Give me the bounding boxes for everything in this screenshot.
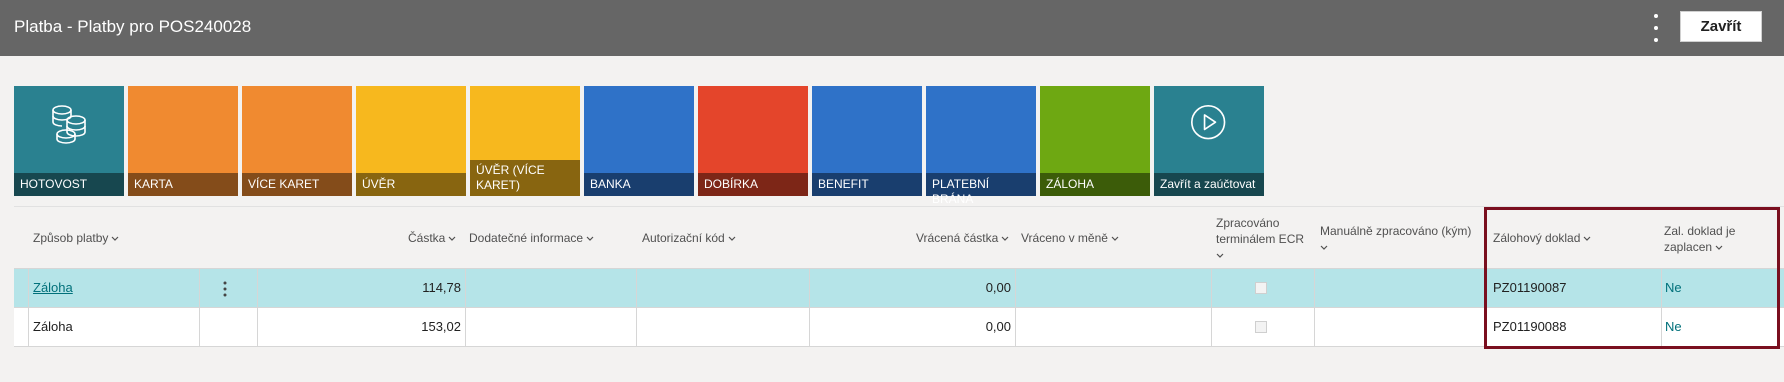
tile-dobirka[interactable]: DOBÍRKA xyxy=(698,86,808,196)
col-header-label: Způsob platby xyxy=(33,231,109,245)
chevron-down-icon xyxy=(448,236,456,241)
chevron-down-icon xyxy=(1001,236,1009,241)
title-bar: Platba - Platby pro POS240028 Zavřít xyxy=(0,0,1784,56)
tile-zavrit-a-zauctovat[interactable]: Zavřít a zaúčtovat xyxy=(1154,86,1264,196)
page-title: Platba - Platby pro POS240028 xyxy=(14,17,252,36)
chevron-down-icon xyxy=(586,236,594,241)
close-button[interactable]: Zavřít xyxy=(1680,11,1762,42)
tile-vice-karet[interactable]: VÍCE KARET xyxy=(242,86,352,196)
chevron-down-icon xyxy=(111,236,119,241)
col-header-zpracovano-terminalem[interactable]: Zpracováno terminálem ECR xyxy=(1216,215,1304,263)
tile-hotovost[interactable]: HOTOVOST xyxy=(14,86,124,196)
row-zpusob-platby-link[interactable]: Záloha xyxy=(33,269,73,307)
play-circle-icon xyxy=(1191,105,1226,140)
col-header-castka[interactable]: Částka xyxy=(408,231,456,245)
coins-icon xyxy=(52,105,86,144)
col-header-autorizacni-kod[interactable]: Autorizační kód xyxy=(642,231,736,245)
row-vracena-castka: 0,00 xyxy=(985,280,1011,295)
row-vracena-castka: 0,00 xyxy=(985,319,1011,334)
tile-label: BENEFIT xyxy=(812,173,922,196)
col-header-label: Částka xyxy=(408,231,446,245)
col-header-vracena-castka[interactable]: Vrácená částka xyxy=(916,231,1009,245)
tile-label: ZÁLOHA xyxy=(1040,173,1150,196)
processed-checkbox[interactable] xyxy=(1255,282,1267,294)
tile-label: DOBÍRKA xyxy=(698,173,808,196)
tile-zaloha[interactable]: ZÁLOHA xyxy=(1040,86,1150,196)
more-vertical-icon[interactable] xyxy=(1648,10,1664,46)
chevron-down-icon xyxy=(1111,236,1119,241)
tile-banka[interactable]: BANKA xyxy=(584,86,694,196)
col-header-label: Autorizační kód xyxy=(642,231,725,245)
chevron-down-icon xyxy=(1320,245,1328,250)
tile-uver-vice-karet[interactable]: ÚVĚR (VÍCE KARET) xyxy=(470,86,580,196)
processed-checkbox[interactable] xyxy=(1255,321,1267,333)
tile-label: HOTOVOST xyxy=(14,173,124,196)
col-header-vraceno-v-mene[interactable]: Vráceno v měně xyxy=(1021,231,1119,245)
col-header-label: Vráceno v měně xyxy=(1021,231,1108,245)
tile-label: PLATEBNÍ BRÁNA xyxy=(926,173,1036,206)
row-zpusob-platby: Záloha xyxy=(33,319,73,334)
col-header-zpusob-platby[interactable]: Způsob platby xyxy=(33,231,119,245)
col-header-label: Zpracováno xyxy=(1216,216,1280,230)
col-header-label: terminálem ECR xyxy=(1216,232,1305,246)
chevron-down-icon xyxy=(1216,253,1224,258)
tile-uver[interactable]: ÚVĚR xyxy=(356,86,466,196)
tile-label: Zavřít a zaúčtovat xyxy=(1154,173,1264,196)
col-header-label: Vrácená částka xyxy=(916,231,999,245)
tile-karta[interactable]: KARTA xyxy=(128,86,238,196)
row-castka: 114,78 xyxy=(422,280,461,295)
col-header-manualne-zpracovano[interactable]: Manuálně zpracováno (kým) xyxy=(1320,223,1471,255)
tile-benefit[interactable]: BENEFIT xyxy=(812,86,922,196)
tile-label: ÚVĚR (VÍCE KARET) xyxy=(470,160,580,196)
tile-platebni-brana[interactable]: PLATEBNÍ BRÁNA xyxy=(926,86,1036,206)
col-header-label: Manuálně zpracováno (kým) xyxy=(1320,224,1472,238)
chevron-down-icon xyxy=(728,236,736,241)
col-header-dodatecne-informace[interactable]: Dodatečné informace xyxy=(469,231,594,245)
row-castka: 153,02 xyxy=(421,319,461,334)
tile-label: VÍCE KARET xyxy=(242,173,352,196)
tile-label: BANKA xyxy=(584,173,694,196)
tile-label: ÚVĚR xyxy=(356,173,466,196)
tile-label: KARTA xyxy=(128,173,238,196)
row-actions-icon[interactable] xyxy=(223,269,239,307)
col-header-label: Dodatečné informace xyxy=(469,231,584,245)
highlight-box xyxy=(1484,207,1780,349)
